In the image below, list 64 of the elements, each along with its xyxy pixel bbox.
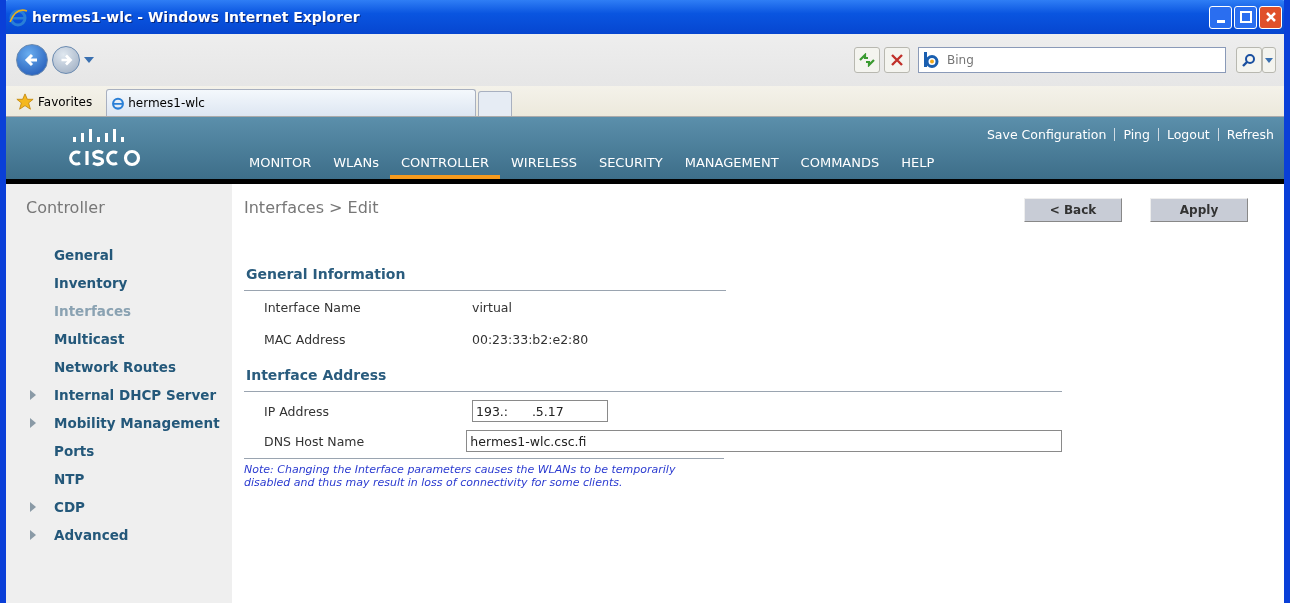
header-link[interactable]: Ping [1123,127,1150,142]
section-heading: Interface Address [244,367,1062,392]
form-button[interactable]: Apply [1150,198,1248,222]
sidebar-item[interactable]: Mobility Management [54,415,220,431]
note-text: Note: Changing the Interface parameters causes the WLANs to be temporarily disabled and thus may result in loss of connectivity for some clients. [244,458,724,489]
page-title: Interfaces > Edit [244,198,379,217]
back-button[interactable] [16,44,48,76]
close-button[interactable] [1259,5,1282,29]
sidebar-item[interactable]: Internal DHCP Server [54,387,217,403]
nav-menu-item[interactable]: WLANs [322,155,390,179]
input-field[interactable]: hermes1-wlc.csc.fi [466,430,1062,452]
sidebar-item[interactable]: Ports [54,443,95,459]
field-label: Interface Name [264,299,362,315]
sidebar-item[interactable]: CDP [54,499,85,515]
dropdown-icon[interactable] [84,57,94,63]
stop-icon [891,54,903,66]
sidebar-item[interactable]: Advanced [54,527,129,543]
caret-icon [1265,57,1273,63]
nav-menu-item[interactable]: SECURITY [587,155,674,179]
nav-menu-item[interactable]: MANAGEMENT [673,155,790,179]
field-label: DNS Host Name [264,433,366,449]
maximize-icon [1239,11,1252,23]
sidebar-item[interactable]: NTP [54,471,85,487]
expand-icon[interactable] [30,390,36,400]
refresh-button[interactable] [854,47,880,73]
search-field[interactable]: Bing [918,47,1226,73]
header-link[interactable]: Logout [1166,127,1210,142]
sidebar-item[interactable]: Multicast [54,331,125,347]
sidebar-item[interactable]: General [54,247,114,263]
search-icon [1242,53,1256,67]
expand-icon[interactable] [30,530,36,540]
header-link[interactable]: Refresh [1226,127,1274,142]
minimize-button[interactable] [1209,5,1232,29]
sidebar-item[interactable]: Inventory [54,275,128,291]
nav-menu-item[interactable]: HELP [890,155,946,179]
refresh-icon [859,53,875,67]
expand-icon[interactable] [30,502,36,512]
star-icon [16,93,34,111]
minimize-icon [1216,20,1225,23]
header-link[interactable]: Save Configuration [986,127,1107,142]
forward-button[interactable] [52,46,80,74]
stop-button[interactable] [884,47,910,73]
nav-menu-item[interactable]: COMMANDS [789,155,891,179]
sidebar-item[interactable]: Network Routes [54,359,176,375]
sidebar-title: Controller [25,198,106,217]
window-title: hermes1-wlc - Windows Internet Explorer [32,9,360,25]
nav-menu-item[interactable]: MONITOR [238,155,323,179]
field-label: MAC Address [264,331,347,347]
browser-icon [111,96,126,110]
input-field[interactable]: 193.: .5.17 [472,400,608,422]
maximize-button[interactable] [1234,5,1257,29]
expand-icon[interactable] [30,418,36,428]
search-options-button[interactable] [1262,47,1276,73]
field-label: IP Address [264,403,330,419]
favorites-button[interactable]: Favorites [16,88,93,116]
browser-icon [8,7,28,27]
search-button[interactable] [1236,47,1262,73]
section-heading: General Information [244,266,726,291]
browser-tab[interactable]: hermes1-wlc [106,89,477,116]
field-value: virtual [472,299,512,315]
field-value: 00:23:33:b2:e2:80 [472,331,589,347]
close-icon [1264,11,1277,23]
nav-menu-item[interactable]: WIRELESS [500,155,588,179]
form-button[interactable]: < Back [1024,198,1122,222]
